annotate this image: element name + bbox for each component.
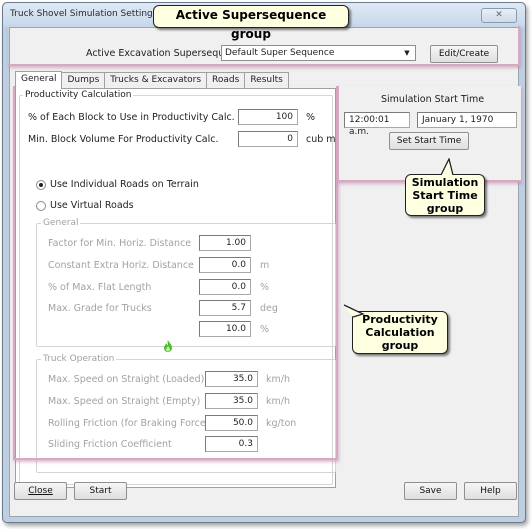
save-button[interactable]: Save xyxy=(404,482,457,500)
save-button-label: Save xyxy=(419,486,442,496)
productivity-callout: Productivity Calculation group xyxy=(352,311,448,354)
tab-general[interactable]: General xyxy=(15,71,63,89)
productivity-callout-pointer xyxy=(343,304,365,318)
supersequence-select[interactable]: Default Super Sequence ▼ xyxy=(221,45,416,61)
start-time-title: Simulation Start Time xyxy=(381,94,485,105)
set-start-time-button[interactable]: Set Start Time xyxy=(389,132,469,150)
dialog-window: Truck Shovel Simulation Settings ✕ Activ… xyxy=(2,2,526,523)
start-time-callout-pointer xyxy=(440,158,454,176)
chevron-down-icon[interactable]: ▼ xyxy=(401,47,413,59)
dialog-client: Active Excavation Supersequence Default … xyxy=(8,26,521,517)
start-button[interactable]: Start xyxy=(74,482,127,500)
close-button[interactable]: Close xyxy=(14,482,67,500)
start-time-callout: Simulation Start Time group xyxy=(405,174,485,216)
productivity-highlight xyxy=(13,86,338,460)
start-date-input[interactable]: January 1, 1970 xyxy=(417,112,517,128)
close-button-label: Close xyxy=(28,486,53,496)
supersequence-callout: Active Supersequence group xyxy=(153,5,349,41)
close-icon: ✕ xyxy=(495,10,503,20)
window-title: Truck Shovel Simulation Settings xyxy=(10,9,158,19)
help-button-label: Help xyxy=(480,486,501,496)
supersequence-value: Default Super Sequence xyxy=(225,48,335,58)
start-time-group: Simulation Start Time 12:00:01 a.m. Janu… xyxy=(337,86,521,182)
start-button-label: Start xyxy=(89,486,112,496)
close-window-button[interactable]: ✕ xyxy=(481,8,517,23)
help-button[interactable]: Help xyxy=(464,482,517,500)
start-time-input[interactable]: 12:00:01 a.m. xyxy=(344,112,410,137)
edit-create-button[interactable]: Edit/Create xyxy=(430,45,498,63)
